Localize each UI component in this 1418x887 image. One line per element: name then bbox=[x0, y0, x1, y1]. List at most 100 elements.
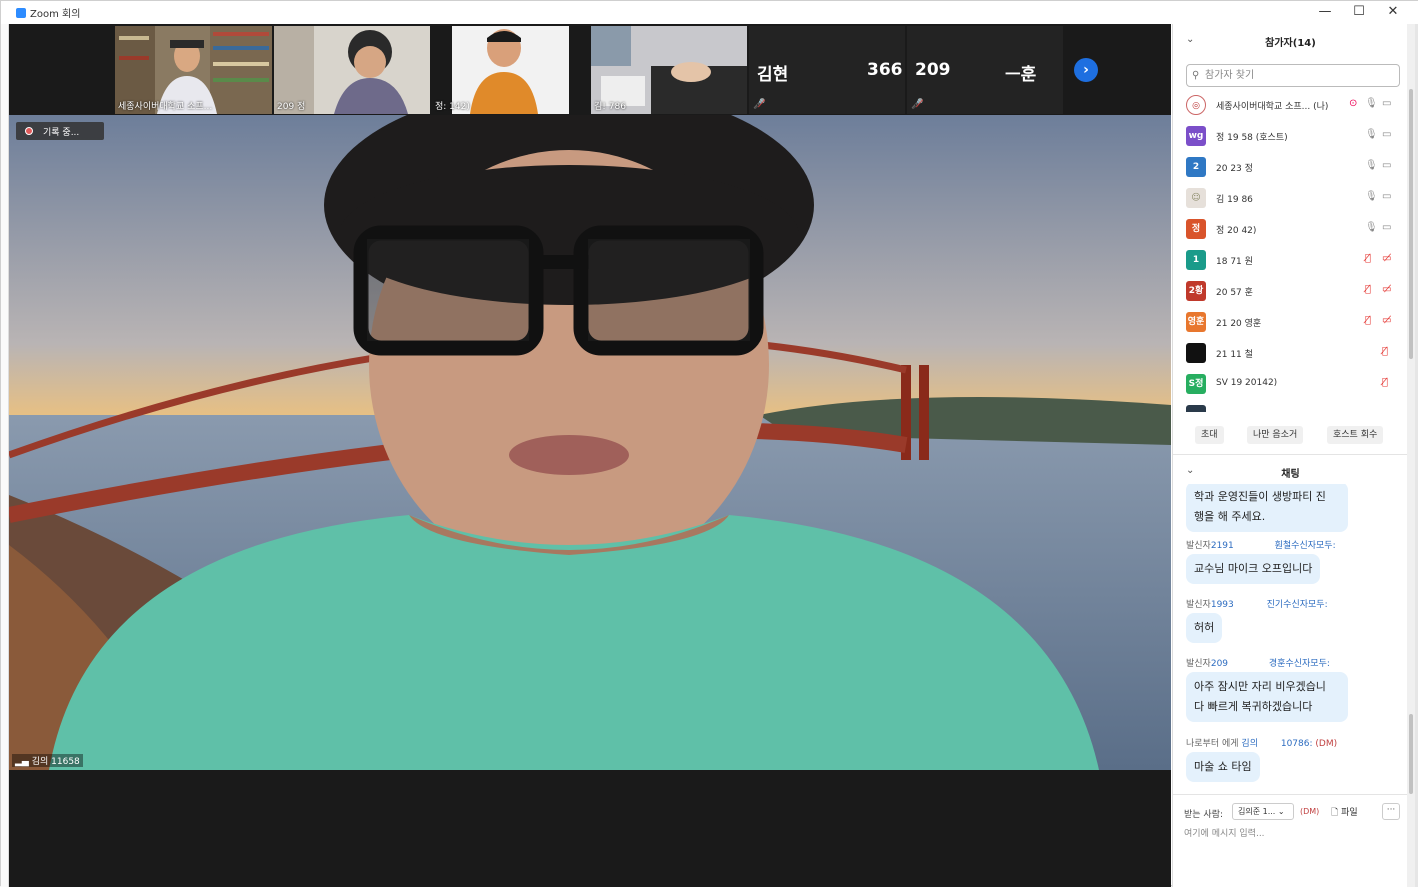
chat-line: 학과 운영진들이 생방파티 진 bbox=[1194, 490, 1326, 503]
file-button[interactable]: 🗋 파일 bbox=[1331, 805, 1358, 821]
file-label: 파일 bbox=[1341, 808, 1358, 818]
participant-thumbnail[interactable]: 김! 786 bbox=[591, 26, 747, 114]
chat-message: 아주 잠시만 자리 비우겠습니 다 빠르게 복귀하겠습니다 bbox=[1186, 672, 1348, 722]
search-placeholder: 참가자 찾기 bbox=[1205, 70, 1255, 81]
mic-icon[interactable]: 🎙 bbox=[1365, 98, 1378, 109]
avatar bbox=[1186, 343, 1206, 363]
chat-composer: 받는 사람: 김의준 1... ⌄ (DM) 🗋 파일 ··· 여기에 메시지 … bbox=[1173, 794, 1408, 887]
mic-icon[interactable]: 🎙 bbox=[1365, 222, 1378, 233]
mic-muted-icon[interactable]: 🎙̸ bbox=[1365, 253, 1371, 264]
recipient-name[interactable]: 김의 bbox=[1241, 739, 1258, 749]
more-options-button[interactable]: ··· bbox=[1382, 803, 1400, 820]
dm-badge: (DM) bbox=[1300, 807, 1320, 816]
recording-dot-icon: ⊙ bbox=[1349, 98, 1358, 109]
invite-button[interactable]: 초대 bbox=[1195, 426, 1224, 444]
next-page-button[interactable]: › bbox=[1074, 58, 1098, 82]
mic-icon[interactable]: 🎙 bbox=[1365, 191, 1378, 202]
camera-off-icon[interactable]: ▭̸ bbox=[1382, 284, 1391, 295]
avatar: 2황 bbox=[1186, 281, 1206, 301]
close-button[interactable]: ✕ bbox=[1376, 1, 1410, 23]
record-dot-icon bbox=[25, 127, 33, 135]
participant-row[interactable]: 정 정 20 42) 🎙 ▭ bbox=[1173, 214, 1408, 245]
chat-line: 허허 bbox=[1194, 621, 1215, 634]
participant-name: 21 20 영훈 bbox=[1216, 319, 1262, 329]
recipient-label: 경훈수신자모두: bbox=[1268, 659, 1330, 669]
participant-row[interactable]: 1 18 71 원 🎙̸ ▭̸ bbox=[1173, 245, 1408, 276]
participant-name: 김 19 86 bbox=[1216, 195, 1253, 205]
sender-name[interactable]: 2191 bbox=[1211, 541, 1234, 551]
title-bar: Zoom 회의 — ☐ ✕ bbox=[1, 1, 1418, 24]
file-icon: 🗋 bbox=[1331, 808, 1339, 818]
participant-row[interactable]: 2황 20 57 훈 🎙̸ ▭̸ bbox=[1173, 276, 1408, 307]
avatar: 2 bbox=[1186, 157, 1206, 177]
participant-thumbnail[interactable]: 209 정 bbox=[274, 26, 430, 114]
mic-muted-icon[interactable]: 🎙̸ bbox=[1365, 284, 1371, 295]
speaker-video-frame bbox=[9, 115, 1171, 770]
avatar: ☺ bbox=[1186, 188, 1206, 208]
chat-message-meta: 발신자1993 진기수신자모두: bbox=[1186, 597, 1328, 610]
participant-row[interactable]: 영훈 21 20 영훈 🎙̸ ▭̸ bbox=[1173, 307, 1408, 338]
participant-row[interactable]: 2 20 23 정 🎙 ▭ bbox=[1173, 152, 1408, 183]
participant-row[interactable] bbox=[1173, 400, 1408, 412]
mic-icon[interactable]: 🎙 bbox=[1365, 160, 1378, 171]
participant-list: ◎ 세종사이버대학교 소프... (나) ⊙ 🎙 ▭ wg 정 19 58 (호… bbox=[1173, 90, 1408, 412]
recording-indicator[interactable]: 기록 중... bbox=[16, 122, 104, 140]
participant-actions: 초대 나만 음소거 호스트 회수 bbox=[1173, 426, 1408, 444]
avatar: 정 bbox=[1186, 219, 1206, 239]
camera-icon[interactable]: ▭ bbox=[1382, 191, 1391, 202]
chat-line: 마술 쇼 타임 bbox=[1194, 760, 1252, 773]
zoom-window: Zoom 회의 — ☐ ✕ 세종사이버대학교 소프... 209 정 정: 14… bbox=[0, 0, 1418, 887]
mute-self-button[interactable]: 나만 음소거 bbox=[1247, 426, 1304, 444]
thumbnail-name: 정: 142) bbox=[435, 102, 470, 112]
participant-row[interactable]: ☺ 김 19 86 🎙 ▭ bbox=[1173, 183, 1408, 214]
participant-row[interactable]: ◎ 세종사이버대학교 소프... (나) ⊙ 🎙 ▭ bbox=[1173, 90, 1408, 121]
sender-name[interactable]: 1993 bbox=[1211, 600, 1234, 610]
chat-line: 다 빠르게 복귀하겠습니다 bbox=[1194, 700, 1313, 713]
camera-icon[interactable]: ▭ bbox=[1382, 98, 1391, 109]
camera-off-icon[interactable]: ▭̸ bbox=[1382, 315, 1391, 326]
camera-icon[interactable]: ▭ bbox=[1382, 160, 1391, 171]
participant-row[interactable]: 21 11 철 🎙̸ bbox=[1173, 338, 1408, 369]
chat-message-meta: 발신자2191 훤철수신자모두: bbox=[1186, 538, 1336, 551]
maximize-button[interactable]: ☐ bbox=[1342, 1, 1376, 23]
participant-name: 21 11 철 bbox=[1216, 350, 1253, 360]
participant-search-input[interactable]: ⚲ 참가자 찾기 bbox=[1186, 64, 1400, 87]
message-input[interactable]: 여기에 메시지 입력... bbox=[1184, 826, 1265, 839]
active-speaker-video: 기록 중... ▂▄ 김의 11658 bbox=[9, 115, 1171, 770]
meta-prefix: 발신자 bbox=[1186, 659, 1211, 669]
mic-muted-icon[interactable]: 🎙̸ bbox=[1365, 315, 1371, 326]
chat-line: 아주 잠시만 자리 비우겠습니 bbox=[1194, 680, 1326, 693]
camera-icon[interactable]: ▭ bbox=[1382, 129, 1391, 140]
mic-muted-icon[interactable]: 🎙̸ bbox=[1382, 377, 1388, 388]
avatar: 1 bbox=[1186, 250, 1206, 270]
participant-name-tile[interactable]: 209 ㅡ훈 🎤̸ bbox=[907, 26, 1063, 114]
chat-message-meta: 나로부터 에게 김의 10786: (DM) bbox=[1186, 736, 1337, 749]
tile-name: ㅡ훈 bbox=[1005, 65, 1037, 85]
mic-muted-icon: 🎤̸ bbox=[753, 99, 766, 110]
chat-message: 학과 운영진들이 생방파티 진 행을 해 주세요. bbox=[1186, 484, 1348, 532]
participant-name: SV 19 20142) bbox=[1216, 378, 1278, 388]
participant-thumbnail[interactable]: 정: 142) bbox=[432, 26, 569, 114]
participant-name-tile[interactable]: 김현 366 🎤̸ bbox=[749, 26, 905, 114]
panel-scrollbar[interactable] bbox=[1407, 24, 1415, 887]
recipient-select[interactable]: 김의준 1... ⌄ bbox=[1232, 803, 1294, 820]
participant-row[interactable]: S정 SV 19 20142) 🎙̸ bbox=[1173, 369, 1408, 400]
search-icon: ⚲ bbox=[1192, 70, 1200, 81]
scrollbar-thumb[interactable] bbox=[1409, 89, 1413, 359]
recipient-label: 10786: bbox=[1280, 739, 1313, 749]
participant-name: 18 71 원 bbox=[1216, 257, 1253, 267]
scrollbar-thumb[interactable] bbox=[1409, 714, 1413, 794]
participant-thumbnail[interactable]: 세종사이버대학교 소프... bbox=[115, 26, 272, 114]
thumbnail-strip: 세종사이버대학교 소프... 209 정 정: 142) 김! 786 김현 3… bbox=[9, 24, 1171, 115]
mic-icon[interactable]: 🎙 bbox=[1365, 129, 1378, 140]
chat-message: 마술 쇼 타임 bbox=[1186, 752, 1260, 782]
participant-row[interactable]: wg 정 19 58 (호스트) 🎙 ▭ bbox=[1173, 121, 1408, 152]
claim-host-button[interactable]: 호스트 회수 bbox=[1327, 426, 1384, 444]
minimize-button[interactable]: — bbox=[1308, 1, 1342, 23]
sender-name[interactable]: 209 bbox=[1211, 659, 1228, 669]
camera-icon[interactable]: ▭ bbox=[1382, 222, 1391, 233]
recipient-label: 훤철수신자모두: bbox=[1274, 541, 1336, 551]
camera-off-icon[interactable]: ▭̸ bbox=[1382, 253, 1391, 264]
participant-name: 정 19 58 (호스트) bbox=[1216, 133, 1288, 143]
mic-muted-icon[interactable]: 🎙̸ bbox=[1382, 346, 1388, 357]
